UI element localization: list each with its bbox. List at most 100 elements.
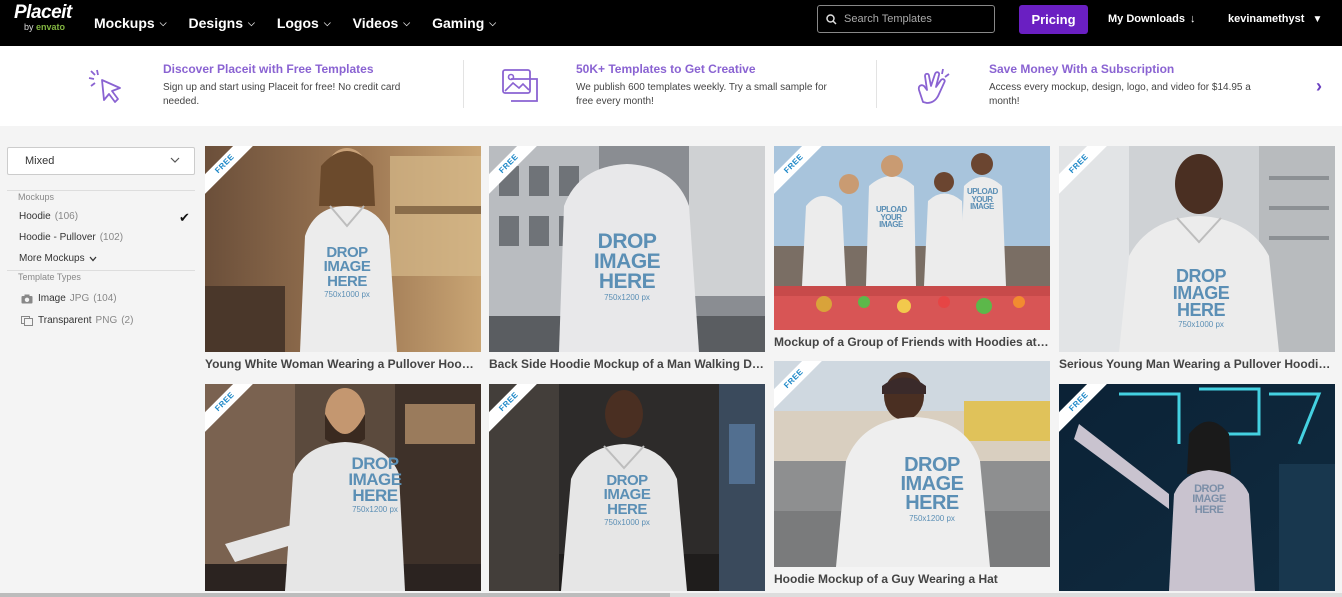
drop-image-placeholder: DROP IMAGE HERE 750x1200 px <box>592 231 662 302</box>
drop-image-placeholder: UPLOAD YOUR IMAGE <box>967 188 998 212</box>
chevron-down-icon: ⌵ <box>489 17 497 28</box>
menu-gaming[interactable]: Gaming ⌵ <box>432 15 496 31</box>
mockup-photo <box>774 146 1050 330</box>
drop-image-placeholder: DROP IMAGE HERE <box>1189 484 1229 516</box>
filter-label: Hoodie <box>19 211 51 222</box>
divider <box>463 60 464 108</box>
drop-image-placeholder: DROP IMAGE HERE 750x1200 px <box>899 455 965 523</box>
drop-line: IMAGE <box>970 202 994 212</box>
template-thumbnail[interactable]: FREE DROP IMAGE HERE 750x1200 px <box>205 384 481 591</box>
promo-subscription[interactable]: Save Money With a Subscription Access ev… <box>913 46 1273 126</box>
my-downloads-link[interactable]: My Downloads ↓ <box>1108 13 1196 25</box>
template-caption[interactable]: Back Side Hoodie Mockup of a Man Walking… <box>489 357 765 371</box>
promo-next-arrow-icon[interactable]: › <box>1316 76 1322 97</box>
pricing-button[interactable]: Pricing <box>1019 5 1088 34</box>
filter-hoodie-pullover[interactable]: Hoodie - Pullover (102) <box>19 232 123 243</box>
template-thumbnail[interactable]: FREE DROP IMAGE HERE <box>1059 384 1335 591</box>
drop-line: HERE <box>1176 300 1226 321</box>
type-ext: JPG <box>69 293 90 304</box>
drop-size: 750x1000 px <box>604 517 650 527</box>
template-caption[interactable]: Hoodie Mockup of a Guy Wearing a Hat <box>774 572 1050 586</box>
promo-bar: Discover Placeit with Free Templates Sig… <box>0 46 1342 126</box>
promo-templates-count[interactable]: 50K+ Templates to Get Creative We publis… <box>500 46 840 126</box>
divider <box>7 190 195 191</box>
template-caption[interactable]: Mockup of a Group of Friends with Hoodie… <box>774 335 1050 349</box>
type-ext: PNG <box>95 315 118 326</box>
filter-count: (102) <box>99 232 124 243</box>
checkmark-icon: ✔ <box>179 210 190 225</box>
more-mockups-toggle[interactable]: More Mockups <box>19 253 97 264</box>
drop-image-placeholder: UPLOAD YOUR IMAGE <box>876 206 907 230</box>
type-transparent-png[interactable]: Transparent PNG (2) <box>21 315 133 326</box>
type-count: (2) <box>121 315 134 326</box>
search-input[interactable] <box>844 13 984 25</box>
type-image-jpg[interactable]: Image JPG (104) <box>21 293 117 304</box>
menu-videos[interactable]: Videos ⌵ <box>353 15 410 31</box>
template-caption[interactable]: Serious Young Man Wearing a Pullover Hoo… <box>1059 357 1335 371</box>
drop-image-placeholder: DROP IMAGE HERE 750x1200 px <box>347 455 403 515</box>
chevron-down-icon: ⌵ <box>159 17 167 28</box>
search-icon <box>826 13 837 25</box>
promo-free-templates[interactable]: Discover Placeit with Free Templates Sig… <box>87 46 417 126</box>
drop-line: IMAGE <box>879 220 903 230</box>
logo-brand: envato <box>36 22 66 32</box>
filter-sidebar: Mixed Mockups Hoodie (106) ✔ Hoodie - Pul… <box>0 126 200 597</box>
placeit-logo[interactable]: Placeit by envato <box>14 3 72 32</box>
hand-snap-icon <box>917 68 950 104</box>
username: kevinamethyst <box>1228 13 1305 25</box>
menu-mockups[interactable]: Mockups ⌵ <box>94 15 167 31</box>
filter-hoodie[interactable]: Hoodie (106) <box>19 211 78 222</box>
my-downloads-label: My Downloads <box>1108 13 1186 25</box>
type-count: (104) <box>93 293 117 304</box>
search-box[interactable] <box>817 5 995 33</box>
template-caption[interactable]: Young White Woman Wearing a Pullover Hoo… <box>205 357 481 371</box>
divider <box>7 270 195 271</box>
drop-image-placeholder: DROP IMAGE HERE 750x1000 px <box>602 473 652 527</box>
drop-size: 750x1200 px <box>909 514 955 523</box>
drop-size: 750x1000 px <box>324 289 370 299</box>
horizontal-scrollbar[interactable] <box>0 593 1342 597</box>
more-mockups-label: More Mockups <box>19 253 85 264</box>
drop-line: HERE <box>352 486 398 506</box>
image-stack-icon <box>502 69 538 102</box>
template-thumbnail[interactable]: FREE DROP IMAGE HERE 750x1200 px <box>774 361 1050 567</box>
chevron-down-icon <box>170 157 180 163</box>
drop-size: 750x1200 px <box>604 292 650 302</box>
chevron-down-icon: ⌵ <box>247 17 255 28</box>
template-thumbnail[interactable]: FREE DROP IMAGE HERE 750x1000 px <box>205 146 481 352</box>
promo-title: Discover Placeit with Free Templates <box>163 62 374 76</box>
menu-logos-label: Logos <box>276 15 319 31</box>
type-label: Image <box>38 293 66 304</box>
menu-designs[interactable]: Designs ⌵ <box>189 15 255 31</box>
template-thumbnail[interactable]: FREE DROP IMAGE HERE 750x1000 px <box>489 384 765 591</box>
transparent-layers-icon <box>21 315 33 326</box>
download-arrow-icon: ↓ <box>1190 13 1196 25</box>
promo-text: We publish 600 templates weekly. Try a s… <box>576 82 827 107</box>
logo-byline: by envato <box>24 23 72 32</box>
drop-line: HERE <box>327 272 367 290</box>
template-thumbnail[interactable]: FREE DROP IMAGE HERE 750x1000 px <box>1059 146 1335 352</box>
logo-by: by <box>24 22 34 32</box>
scrollbar-thumb[interactable] <box>0 593 670 597</box>
menu-designs-label: Designs <box>188 15 243 31</box>
filter-label: Hoodie - Pullover <box>19 232 96 243</box>
mockups-heading: Mockups <box>18 192 55 202</box>
user-menu[interactable]: kevinamethyst ▼ <box>1228 13 1322 25</box>
template-thumbnail[interactable]: FREE DROP IMAGE HERE 750x1200 px <box>489 146 765 352</box>
logo-word: Placeit <box>14 2 72 23</box>
template-thumbnail[interactable]: FREE UPLOAD YOUR IMAGE UPLOAD YOUR IMAGE <box>774 146 1050 330</box>
mockup-photo <box>205 384 481 591</box>
template-types-heading: Template Types <box>18 272 81 282</box>
camera-icon <box>21 294 33 303</box>
sort-select[interactable]: Mixed <box>7 147 195 175</box>
divider <box>876 60 877 108</box>
type-label: Transparent <box>38 315 92 326</box>
menu-logos[interactable]: Logos ⌵ <box>277 15 331 31</box>
drop-image-placeholder: DROP IMAGE HERE 750x1000 px <box>322 245 372 299</box>
main-menu: Mockups ⌵ Designs ⌵ Logos ⌵ Videos ⌵ Gaming ⌵ <box>94 0 518 46</box>
drop-size: 750x1200 px <box>352 505 398 515</box>
menu-mockups-label: Mockups <box>94 15 155 31</box>
drop-line: HERE <box>607 500 647 518</box>
promo-text: Sign up and start using Placeit for free… <box>163 82 401 107</box>
cursor-click-icon <box>88 69 121 103</box>
